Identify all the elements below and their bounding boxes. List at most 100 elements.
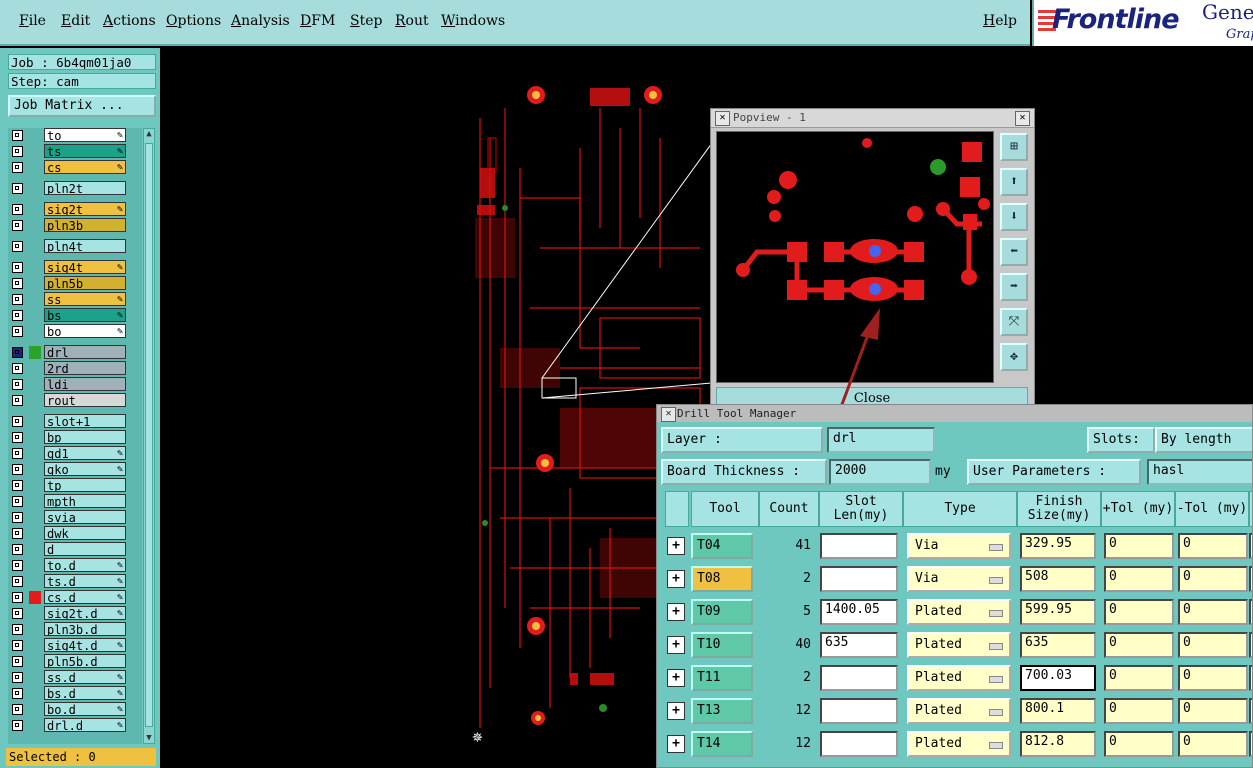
layer-checkbox[interactable]: [12, 720, 23, 731]
layer-checkbox[interactable]: [12, 512, 23, 523]
tool-button[interactable]: T08: [691, 566, 753, 592]
row-edge-cell[interactable]: [1249, 632, 1252, 658]
layer-checkbox[interactable]: [12, 608, 23, 619]
finish-size-input[interactable]: 635: [1020, 632, 1096, 658]
tool-button[interactable]: T10: [691, 632, 753, 658]
layer-checkbox[interactable]: [12, 496, 23, 507]
row-edge-cell[interactable]: [1249, 566, 1252, 592]
layer-row[interactable]: cs.d ✎: [8, 590, 142, 605]
layer-name[interactable]: bo.d ✎: [44, 702, 126, 716]
layer-checkbox[interactable]: [12, 262, 23, 273]
layer-checkbox[interactable]: [12, 592, 23, 603]
board-thickness-field[interactable]: 2000: [829, 459, 931, 485]
pan-up-icon[interactable]: ⬆: [1000, 168, 1028, 196]
layer-checkbox[interactable]: [12, 640, 23, 651]
expand-row-icon[interactable]: +: [667, 669, 685, 687]
layer-row[interactable]: sig4t ✎: [8, 260, 142, 275]
layer-checkbox[interactable]: [12, 624, 23, 635]
layer-row[interactable]: bs.d ✎: [8, 686, 142, 701]
slot-length-input[interactable]: [820, 731, 898, 757]
layer-name[interactable]: d: [44, 542, 126, 556]
layer-row[interactable]: tp: [8, 478, 142, 493]
plus-tol-input[interactable]: 0: [1104, 731, 1174, 757]
header-plus-tol[interactable]: +Tol (my): [1101, 491, 1175, 527]
layer-checkbox[interactable]: [12, 278, 23, 289]
tool-button[interactable]: T09: [691, 599, 753, 625]
finish-size-input[interactable]: 812.8: [1020, 731, 1096, 757]
expand-row-icon[interactable]: +: [667, 570, 685, 588]
layer-checkbox[interactable]: [12, 347, 23, 358]
popview-close-icon[interactable]: ✕: [1015, 111, 1030, 126]
layer-row[interactable]: bp: [8, 430, 142, 445]
layer-checkbox[interactable]: [12, 688, 23, 699]
layer-row[interactable]: rout: [8, 393, 142, 408]
layer-checkbox[interactable]: [12, 432, 23, 443]
menu-rout[interactable]: Rout: [395, 13, 429, 29]
layer-checkbox[interactable]: [12, 448, 23, 459]
pan-left-icon[interactable]: ⬅: [1000, 238, 1028, 266]
row-edge-cell[interactable]: [1249, 665, 1252, 691]
layer-name[interactable]: gd1 ✎: [44, 446, 126, 460]
pcb-graphics-canvas[interactable]: ✵: [160, 48, 710, 768]
expand-row-icon[interactable]: +: [667, 636, 685, 654]
layer-checkbox[interactable]: [12, 560, 23, 571]
layer-name[interactable]: pln5b.d: [44, 654, 126, 668]
plus-tol-input[interactable]: 0: [1104, 632, 1174, 658]
layer-name[interactable]: pln3b.d: [44, 622, 126, 636]
layer-checkbox[interactable]: [12, 162, 23, 173]
layer-checkbox[interactable]: [12, 528, 23, 539]
layer-checkbox[interactable]: [12, 544, 23, 555]
minus-tol-input[interactable]: 0: [1178, 731, 1248, 757]
layer-row[interactable]: pln3b: [8, 218, 142, 233]
layer-name[interactable]: bs ✎: [44, 308, 126, 322]
layer-row[interactable]: gd1 ✎: [8, 446, 142, 461]
dtm-menu-icon[interactable]: ✕: [661, 407, 676, 422]
layer-name[interactable]: bs.d ✎: [44, 686, 126, 700]
layer-name[interactable]: pln2t: [44, 181, 126, 195]
minus-tol-input[interactable]: 0: [1178, 698, 1248, 724]
scroll-down-icon[interactable]: ▼: [144, 733, 154, 743]
layer-checkbox[interactable]: [12, 294, 23, 305]
layer-checkbox[interactable]: [12, 576, 23, 587]
expand-row-icon[interactable]: +: [667, 603, 685, 621]
layer-name[interactable]: to ✎: [44, 128, 126, 142]
layer-name[interactable]: drl.d ✎: [44, 718, 126, 732]
type-dropdown[interactable]: Plated: [907, 632, 1011, 658]
layer-name[interactable]: pln4t: [44, 239, 126, 253]
type-dropdown[interactable]: Plated: [907, 599, 1011, 625]
scroll-thumb[interactable]: [145, 143, 153, 727]
layer-name[interactable]: mpth: [44, 494, 126, 508]
tool-button[interactable]: T14: [691, 731, 753, 757]
layer-row[interactable]: ts ✎: [8, 144, 142, 159]
layer-row[interactable]: svia: [8, 510, 142, 525]
layer-row[interactable]: ts.d ✎: [8, 574, 142, 589]
menu-windows[interactable]: Windows: [441, 13, 505, 29]
menu-help[interactable]: Help: [983, 13, 1017, 29]
popview-titlebar[interactable]: ✕ Popview - 1 ✕: [711, 109, 1034, 128]
menu-step[interactable]: Step: [350, 13, 382, 29]
slots-dropdown[interactable]: By length: [1155, 427, 1252, 453]
layer-row[interactable]: pln5b: [8, 276, 142, 291]
layer-row[interactable]: sig2t ✎: [8, 202, 142, 217]
layer-name[interactable]: sig2t ✎: [44, 202, 126, 216]
layer-row[interactable]: cs ✎: [8, 160, 142, 175]
slot-length-input[interactable]: 635: [820, 632, 898, 658]
tool-button[interactable]: T04: [691, 533, 753, 559]
layer-row[interactable]: d: [8, 542, 142, 557]
layer-row[interactable]: bs ✎: [8, 308, 142, 323]
dtm-titlebar[interactable]: ✕ Drill Tool Manager: [657, 405, 1252, 422]
layer-row[interactable]: drl: [8, 345, 142, 360]
minus-tol-input[interactable]: 0: [1178, 632, 1248, 658]
slot-length-input[interactable]: [820, 698, 898, 724]
layer-checkbox[interactable]: [12, 363, 23, 374]
row-edge-cell[interactable]: [1249, 599, 1252, 625]
slot-length-input[interactable]: [820, 533, 898, 559]
layer-row[interactable]: 2rd: [8, 361, 142, 376]
layer-checkbox[interactable]: [12, 130, 23, 141]
pan-right-icon[interactable]: ➡: [1000, 273, 1028, 301]
layer-name[interactable]: ts.d ✎: [44, 574, 126, 588]
layer-field[interactable]: drl: [827, 427, 935, 453]
header-type[interactable]: Type: [903, 491, 1017, 527]
layer-color-swatch[interactable]: [29, 346, 41, 359]
finish-size-input[interactable]: 508: [1020, 566, 1096, 592]
